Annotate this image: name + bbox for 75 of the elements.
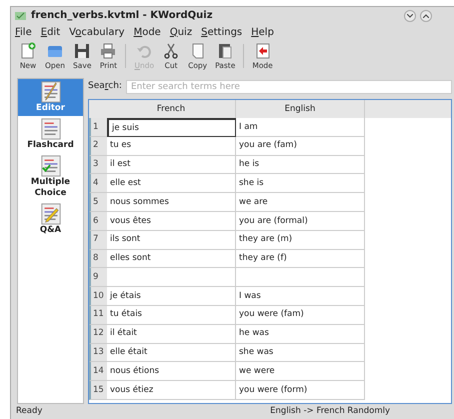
column-header[interactable]: English [236,100,365,118]
scissors-icon [162,42,180,60]
table-cell: vous étiez [107,381,236,400]
mode-icon [254,42,272,60]
minimize-button[interactable] [404,10,416,22]
card-icon [40,118,62,140]
maximize-button[interactable] [420,10,432,22]
table-cell: I was [236,287,365,306]
table-cell: you were (fam) [236,306,365,325]
window-title: french_verbs.kvtml - KWordQuiz [31,9,213,23]
row-number: 7 [89,230,107,250]
menu-item[interactable]: Help [251,24,274,40]
edit-document-icon [40,203,62,225]
table-cell: you are (formal) [236,212,365,231]
edit-document-icon [40,81,62,103]
table-cell: vous êtes [107,212,236,231]
row-number: 8 [89,250,107,268]
row-number: 3 [89,156,107,174]
table-cell: tu étais [107,306,236,325]
chevron-up-icon [423,14,429,18]
row-number: 9 [89,268,107,288]
table-cell: he was [236,324,365,344]
menu-item[interactable]: File [15,24,32,40]
mode-tab[interactable]: Flashcard [18,116,83,153]
row-number: 5 [89,193,107,212]
table-cell: il est [107,156,236,174]
table-cell: je étais [107,287,236,306]
row-number: 13 [89,344,107,362]
new-document-icon [19,42,37,60]
table-cell: they are (f) [236,250,365,268]
row-number: 12 [89,324,107,344]
table-cell: we were [236,362,365,382]
table-cell: nous sommes [107,193,236,212]
table-cell: elles sont [107,250,236,268]
table-cell: nous étions [107,362,236,382]
menu-item[interactable]: Quiz [170,24,192,40]
menu-item[interactable]: Mode [134,24,161,40]
status-text: Ready [16,405,42,418]
status-text: English -> French Randomly [270,405,390,418]
menu-item[interactable]: Vocabulary [69,24,125,40]
checklist-icon [40,155,62,177]
row-number: 14 [89,362,107,382]
table-cell: ils sont [107,230,236,250]
mode-tab[interactable]: Multiple Choice [18,153,83,201]
row-number: 6 [89,212,107,231]
table-cell: she was [236,344,365,362]
search-label: Search: [88,80,122,94]
table-cell: he is [236,156,365,174]
menu-item[interactable]: Edit [40,24,60,40]
table-cell: tu es [107,136,236,156]
column-header[interactable]: French [107,100,236,118]
table-cell: we are [236,193,365,212]
table-cell: elle était [107,344,236,362]
row-number: 2 [89,136,107,156]
row-number: 15 [89,381,107,400]
menu-item[interactable]: Settings [201,24,242,40]
row-number: 11 [89,306,107,325]
clipboard-icon [216,42,234,60]
table-cell: I am [236,118,365,137]
app-icon [15,10,27,20]
table-cell: you are (fam) [236,136,365,156]
row-number: 1 [89,118,107,137]
row-number: 10 [89,287,107,306]
table-cell: they are (m) [236,230,365,250]
chevron-down-icon [407,14,413,18]
mode-tab[interactable]: Editor [18,79,83,116]
table-cell: elle est [107,174,236,194]
search-field[interactable]: Enter search terms here [126,80,452,94]
table-cell: she is [236,174,365,194]
mode-tab[interactable]: Q&A [18,201,83,238]
table-cell: you were (form) [236,381,365,400]
table-cell: il était [107,324,236,344]
printer-icon [99,42,118,60]
table-cell: je suis [107,118,236,137]
row-number: 4 [89,174,107,194]
